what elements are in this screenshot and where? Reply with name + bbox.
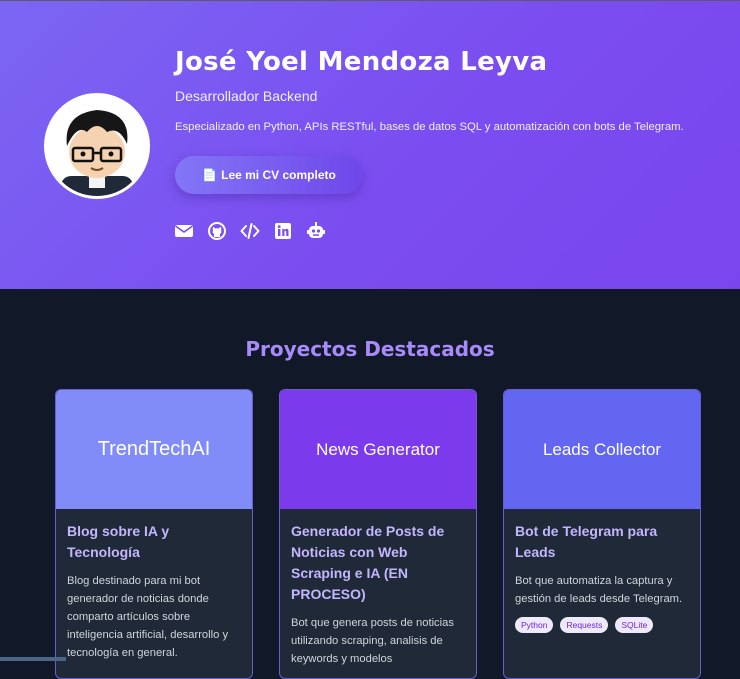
document-icon: 📄: [202, 168, 218, 182]
project-thumbnail: Leads Collector: [504, 390, 700, 509]
project-card-news-generator[interactable]: News Generator Generador de Posts de Not…: [279, 389, 477, 679]
tech-tag: Python: [515, 617, 554, 633]
project-title: Blog sobre IA y Tecnología: [67, 523, 170, 560]
horizontal-scrollbar[interactable]: [0, 657, 66, 661]
project-thumbnail: News Generator: [280, 390, 476, 509]
project-card-trendtechai[interactable]: TrendTechAI Blog sobre IA y Tecnología B…: [55, 389, 253, 679]
tech-tag: Requests: [560, 617, 609, 633]
avatar-illustration: [47, 96, 147, 196]
project-description: Bot que genera posts de noticias utiliza…: [291, 617, 454, 665]
profile-name: José Yoel Mendoza Leyva: [175, 47, 548, 77]
project-thumbnail: TrendTechAI: [56, 390, 252, 509]
tech-tag: SQLite: [615, 617, 654, 633]
project-description: Bot que automatiza la captura y gestión …: [515, 575, 683, 605]
profile-role: Desarrollador Backend: [175, 88, 318, 104]
social-links: [174, 221, 326, 241]
avatar: [44, 93, 150, 199]
project-title: Generador de Posts de Noticias con Web S…: [291, 523, 445, 602]
project-title: Bot de Telegram para Leads: [515, 523, 658, 560]
tech-tags: Python Requests SQLite: [515, 617, 689, 633]
linkedin-icon[interactable]: [273, 221, 293, 241]
hero-section: José Yoel Mendoza Leyva Desarrollador Ba…: [0, 0, 740, 289]
profile-description: Especializado en Python, APIs RESTful, b…: [175, 121, 684, 133]
project-description: Blog destinado para mi bot generador de …: [67, 575, 229, 659]
code-icon[interactable]: [240, 221, 260, 241]
github-icon[interactable]: [207, 221, 227, 241]
read-cv-button[interactable]: 📄 Lee mi CV completo: [175, 156, 363, 194]
projects-section-title: Proyectos Destacados: [245, 337, 495, 361]
email-icon[interactable]: [174, 221, 194, 241]
robot-icon[interactable]: [306, 221, 326, 241]
project-card-leads-collector[interactable]: Leads Collector Bot de Telegram para Lea…: [503, 389, 701, 679]
read-cv-label: Lee mi CV completo: [221, 168, 336, 182]
